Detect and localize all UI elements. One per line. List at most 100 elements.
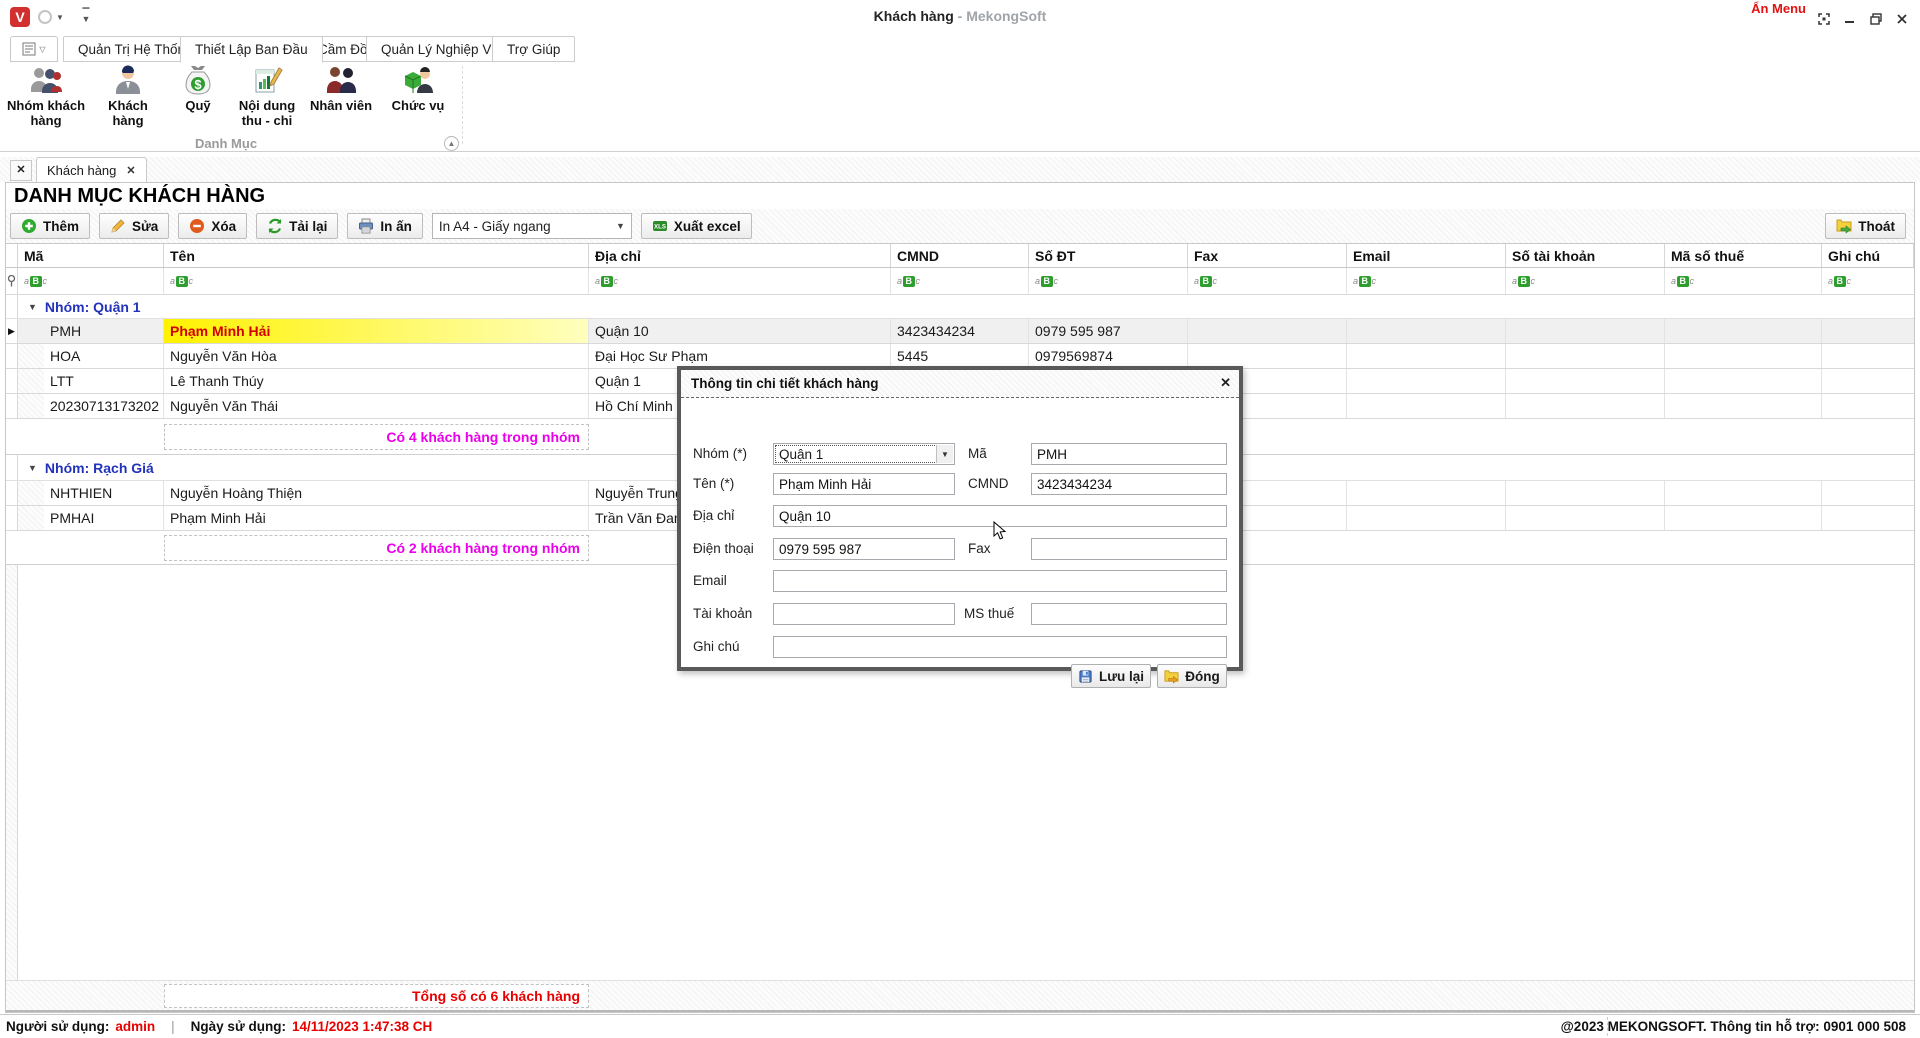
minimize-icon[interactable] bbox=[1843, 12, 1856, 25]
save-icon bbox=[1078, 669, 1093, 684]
ribbon-item-noi-dung-thu-chi[interactable]: Nội dung thu - chi bbox=[234, 64, 300, 138]
printer-icon bbox=[358, 218, 374, 234]
pencil-icon bbox=[110, 218, 126, 234]
save-button[interactable]: Lưu lại bbox=[1071, 664, 1151, 688]
column-header[interactable]: Địa chỉ bbox=[589, 244, 891, 267]
add-button[interactable]: Thêm bbox=[10, 213, 90, 239]
ribbon-item-nhan-vien[interactable]: Nhân viên bbox=[308, 64, 374, 138]
tax-field[interactable] bbox=[1031, 603, 1227, 625]
mouse-cursor-icon bbox=[993, 521, 1009, 541]
chevron-down-icon[interactable]: ▼ bbox=[936, 445, 953, 463]
phone-field[interactable] bbox=[773, 538, 955, 560]
close-icon[interactable]: ✕ bbox=[1220, 375, 1231, 391]
close-tab-icon[interactable]: ✕ bbox=[126, 164, 135, 177]
exit-button[interactable]: Thoát bbox=[1825, 213, 1906, 239]
header-indicator-cell bbox=[6, 244, 18, 267]
code-field[interactable] bbox=[1031, 443, 1227, 465]
group-row-quan-1[interactable]: ▼Nhóm: Quận 1 bbox=[6, 295, 1914, 319]
column-header[interactable]: Mã bbox=[18, 244, 164, 267]
money-bag-icon: $ bbox=[182, 64, 214, 96]
refresh-icon bbox=[267, 218, 283, 234]
filter-cell[interactable]: aBc bbox=[1347, 268, 1506, 294]
abc-filter-icon: aBc bbox=[1828, 276, 1851, 287]
ribbon-item-chuc-vu[interactable]: Chức vụ bbox=[386, 64, 450, 138]
column-header[interactable]: Ghi chú bbox=[1822, 244, 1914, 267]
abc-filter-icon: aBc bbox=[24, 276, 47, 287]
people-group-icon bbox=[30, 64, 62, 96]
ribbon-band: Nhóm khách hàng Khách hàng $ Quỹ Nội dun… bbox=[0, 62, 1920, 152]
ribbon-item-khach-hang[interactable]: Khách hàng bbox=[91, 64, 165, 138]
address-field-label: Địa chỉ bbox=[693, 508, 734, 523]
app-menu-button[interactable]: ▽ bbox=[10, 36, 58, 62]
hide-menu-button[interactable]: Ẩn Menu bbox=[1751, 1, 1806, 16]
grid-total-row: Tổng số có 6 khách hàng bbox=[6, 980, 1914, 1012]
dialog-close-button[interactable]: Đóng bbox=[1157, 664, 1227, 688]
filter-cell[interactable]: aBc bbox=[1822, 268, 1914, 294]
delete-button[interactable]: Xóa bbox=[178, 213, 247, 239]
note-field[interactable] bbox=[773, 636, 1227, 658]
filter-cell[interactable]: aBc bbox=[1188, 268, 1347, 294]
current-row-arrow-icon: ▶ bbox=[8, 326, 15, 337]
column-header[interactable]: CMND bbox=[891, 244, 1029, 267]
table-row[interactable]: ▶ PMH Phạm Minh Hải Quận 10 3423434234 0… bbox=[6, 319, 1914, 344]
column-header[interactable]: Fax bbox=[1188, 244, 1347, 267]
user-label: Người sử dụng: bbox=[6, 1019, 109, 1034]
ribbon-item-quy[interactable]: $ Quỹ bbox=[176, 64, 220, 138]
column-header[interactable]: Email bbox=[1347, 244, 1506, 267]
column-header[interactable]: Tên bbox=[164, 244, 589, 267]
ribbon-tab-thiet-lap-ban-dau[interactable]: Thiết Lập Ban Đầu bbox=[180, 36, 323, 63]
email-field-label: Email bbox=[693, 573, 727, 588]
collapse-ribbon-icon[interactable]: ▲ bbox=[444, 136, 459, 151]
window-title-secondary: - MekongSoft bbox=[958, 8, 1047, 24]
window-title: Khách hàng - MekongSoft bbox=[0, 8, 1920, 24]
column-header[interactable]: Mã số thuế bbox=[1665, 244, 1822, 267]
grid-header-row: Mã Tên Địa chỉ CMND Số ĐT Fax Email Số t… bbox=[6, 243, 1914, 268]
print-layout-select[interactable]: In A4 - Giấy ngang ▼ bbox=[432, 213, 632, 239]
filter-cell[interactable]: aBc bbox=[1029, 268, 1188, 294]
date-value: 14/11/2023 1:47:38 CH bbox=[292, 1019, 432, 1034]
column-header[interactable]: Số tài khoản bbox=[1506, 244, 1665, 267]
name-field[interactable] bbox=[773, 473, 955, 495]
filter-cell[interactable]: aBc bbox=[891, 268, 1029, 294]
restore-icon[interactable] bbox=[1869, 12, 1882, 25]
group-footer-summary: Có 4 khách hàng trong nhóm bbox=[164, 424, 589, 450]
page-title: DANH MỤC KHÁCH HÀNG bbox=[14, 185, 265, 208]
group-field-label: Nhóm (*) bbox=[693, 446, 747, 461]
filter-cell[interactable]: aBc bbox=[18, 268, 164, 294]
ribbon-separator bbox=[462, 66, 463, 144]
abc-filter-icon: aBc bbox=[897, 276, 920, 287]
filter-cell[interactable]: aBc bbox=[1665, 268, 1822, 294]
print-button[interactable]: In ấn bbox=[347, 213, 423, 239]
abc-filter-icon: aBc bbox=[1671, 276, 1694, 287]
close-icon[interactable] bbox=[1895, 12, 1908, 25]
reload-button[interactable]: Tải lại bbox=[256, 213, 338, 239]
filter-cell[interactable]: aBc bbox=[1506, 268, 1665, 294]
export-excel-button[interactable]: XLS Xuất excel bbox=[641, 213, 752, 239]
column-header[interactable]: Số ĐT bbox=[1029, 244, 1188, 267]
group-combobox[interactable]: Quận 1 ▼ bbox=[773, 443, 955, 465]
document-tab-strip: ✕ Khách hàng ✕ bbox=[0, 157, 1920, 182]
cmnd-field[interactable] bbox=[1031, 473, 1227, 495]
abc-filter-icon: aBc bbox=[1512, 276, 1535, 287]
email-field[interactable] bbox=[773, 570, 1227, 592]
dialog-title-bar[interactable]: Thông tin chi tiết khách hàng ✕ bbox=[681, 370, 1239, 398]
edit-button[interactable]: Sửa bbox=[99, 213, 169, 239]
filter-cell[interactable]: aBc bbox=[164, 268, 589, 294]
close-all-tabs-button[interactable]: ✕ bbox=[10, 160, 32, 181]
ribbon-item-nhom-khach-hang[interactable]: Nhóm khách hàng bbox=[7, 64, 85, 138]
group-expand-icon[interactable]: ▼ bbox=[28, 302, 37, 312]
group-expand-icon[interactable]: ▼ bbox=[28, 463, 37, 473]
filter-pin-icon bbox=[6, 268, 18, 294]
chevron-down-icon: ▼ bbox=[616, 221, 625, 231]
tax-field-label: MS thuế bbox=[964, 606, 1014, 621]
tab-khach-hang[interactable]: Khách hàng ✕ bbox=[36, 157, 147, 182]
fullscreen-icon[interactable] bbox=[1817, 12, 1830, 25]
excel-icon: XLS bbox=[652, 218, 668, 234]
ribbon-tab-tro-giup[interactable]: Trợ Giúp bbox=[492, 36, 575, 62]
account-field[interactable] bbox=[773, 603, 955, 625]
fax-field[interactable] bbox=[1031, 538, 1227, 560]
filter-cell[interactable]: aBc bbox=[589, 268, 891, 294]
name-field-label: Tên (*) bbox=[693, 476, 734, 491]
date-label: Ngày sử dụng: bbox=[191, 1019, 286, 1034]
receipt-note-icon bbox=[251, 64, 283, 96]
